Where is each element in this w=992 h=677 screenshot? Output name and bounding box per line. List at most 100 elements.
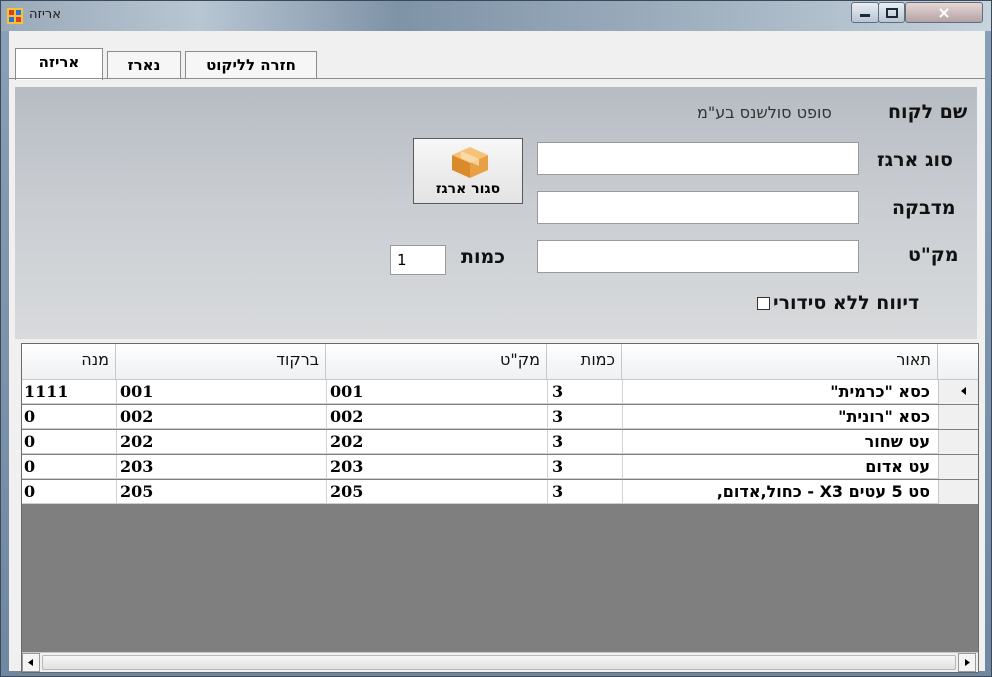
- column-header-sku[interactable]: מק"ט: [326, 344, 547, 380]
- cell-lot[interactable]: 0: [24, 455, 114, 479]
- cell-divider: [547, 480, 548, 504]
- column-header-selector: [938, 344, 978, 380]
- minimize-icon: [860, 13, 870, 17]
- sku-input[interactable]: [537, 240, 859, 273]
- cell-barcode[interactable]: 002: [120, 405, 320, 429]
- cell-barcode[interactable]: 203: [120, 455, 320, 479]
- no-serial-label: דיווח ללא סידורי: [773, 292, 920, 314]
- cell-qty[interactable]: 3: [552, 405, 616, 429]
- cell-divider: [622, 480, 623, 504]
- maximize-button[interactable]: [878, 2, 905, 23]
- cell-barcode[interactable]: 001: [120, 380, 320, 404]
- cell-divider: [622, 455, 623, 479]
- cell-divider: [116, 380, 117, 404]
- row-selector[interactable]: [938, 480, 978, 504]
- box-type-input[interactable]: [537, 142, 859, 175]
- tab-packing[interactable]: אריזה: [15, 48, 103, 80]
- cell-divider: [547, 455, 548, 479]
- quantity-input[interactable]: [390, 245, 446, 275]
- table-row[interactable]: 0 002 002 3 כסא "רונית": [22, 405, 978, 429]
- cell-qty[interactable]: 3: [552, 430, 616, 454]
- cell-desc[interactable]: עט אדום: [624, 455, 930, 479]
- column-header-lot[interactable]: מנה: [22, 344, 116, 380]
- scroll-right-button[interactable]: [958, 653, 976, 672]
- items-grid[interactable]: מנה ברקוד מק"ט כמות תאור 1111 001 001 3 כסא …: [21, 343, 979, 673]
- cell-divider: [326, 455, 327, 479]
- cell-qty[interactable]: 3: [552, 455, 616, 479]
- customer-value: סופט סולשנס בע"מ: [697, 103, 832, 122]
- title-bar[interactable]: אריזה: [1, 1, 991, 31]
- cell-desc[interactable]: עט שחור: [624, 430, 930, 454]
- table-row[interactable]: 1111 001 001 3 כסא "כרמית": [22, 380, 978, 404]
- packing-form: שם לקוח סופט סולשנס בע"מ סוג ארגז מדבקה …: [15, 87, 977, 339]
- cell-desc[interactable]: כסא "כרמית": [624, 380, 930, 404]
- cell-qty[interactable]: 3: [552, 380, 616, 404]
- close-box-button[interactable]: סגור ארגז: [413, 138, 523, 204]
- sku-label: מק"ט: [908, 244, 959, 266]
- scroll-thumb[interactable]: [42, 655, 956, 670]
- cell-sku[interactable]: 203: [330, 455, 540, 479]
- cell-lot[interactable]: 1111: [24, 380, 114, 404]
- quantity-label: כמות: [461, 246, 506, 268]
- cell-barcode[interactable]: 202: [120, 430, 320, 454]
- horizontal-scrollbar[interactable]: [22, 652, 978, 672]
- cell-divider: [116, 405, 117, 429]
- window-title: אריזה: [29, 7, 61, 22]
- current-row-icon: [961, 387, 966, 395]
- cell-lot[interactable]: 0: [24, 480, 114, 504]
- box-type-label: סוג ארגז: [877, 149, 953, 171]
- cell-lot[interactable]: 0: [24, 430, 114, 454]
- row-selector[interactable]: [938, 380, 978, 404]
- table-row[interactable]: 0 203 203 3 עט אדום: [22, 455, 978, 479]
- cell-qty[interactable]: 3: [552, 480, 616, 504]
- sticker-label: מדבקה: [892, 197, 956, 219]
- no-serial-checkbox[interactable]: [757, 297, 770, 310]
- cell-divider: [622, 405, 623, 429]
- cell-divider: [547, 430, 548, 454]
- column-header-quantity[interactable]: כמות: [547, 344, 622, 380]
- table-row[interactable]: 0 205 205 3 סט 5 עטים X3 - כחול,אדום,: [22, 480, 978, 504]
- app-icon: [7, 8, 23, 24]
- scroll-left-icon: [28, 659, 33, 666]
- cell-divider: [622, 380, 623, 404]
- tab-packed[interactable]: נארז: [107, 51, 181, 78]
- cell-divider: [116, 455, 117, 479]
- cell-barcode[interactable]: 205: [120, 480, 320, 504]
- cell-divider: [326, 480, 327, 504]
- minimize-button[interactable]: [851, 2, 879, 23]
- maximize-icon: [885, 7, 898, 18]
- close-box-label: סגור ארגז: [435, 181, 501, 197]
- cell-divider: [116, 430, 117, 454]
- box-icon: [452, 147, 488, 178]
- cell-sku[interactable]: 002: [330, 405, 540, 429]
- cell-sku[interactable]: 001: [330, 380, 540, 404]
- customer-label: שם לקוח: [888, 101, 968, 123]
- cell-divider: [547, 405, 548, 429]
- scroll-left-button[interactable]: [22, 653, 40, 672]
- cell-sku[interactable]: 205: [330, 480, 540, 504]
- close-button[interactable]: [905, 2, 983, 23]
- cell-divider: [116, 480, 117, 504]
- cell-desc[interactable]: כסא "רונית": [624, 405, 930, 429]
- cell-sku[interactable]: 202: [330, 430, 540, 454]
- cell-divider: [326, 405, 327, 429]
- tab-strip-divider: [9, 78, 985, 79]
- row-selector[interactable]: [938, 455, 978, 479]
- cell-desc[interactable]: סט 5 עטים X3 - כחול,אדום,: [624, 480, 930, 504]
- column-header-description[interactable]: תאור: [622, 344, 938, 380]
- tab-back-to-picking[interactable]: חזרה לליקוט: [185, 51, 317, 78]
- cell-divider: [547, 380, 548, 404]
- app-window: אריזה אריזה נארז חזרה לליקוט שם לקוח סופ…: [0, 0, 992, 677]
- column-header-barcode[interactable]: ברקוד: [116, 344, 326, 380]
- close-icon: [939, 7, 949, 18]
- sticker-input[interactable]: [537, 191, 859, 224]
- table-row[interactable]: 0 202 202 3 עט שחור: [22, 430, 978, 454]
- cell-divider: [326, 380, 327, 404]
- cell-divider: [326, 430, 327, 454]
- row-selector[interactable]: [938, 405, 978, 429]
- main-content: אריזה נארז חזרה לליקוט שם לקוח סופט סולש…: [9, 31, 985, 673]
- row-selector[interactable]: [938, 430, 978, 454]
- scroll-right-icon: [965, 659, 970, 666]
- cell-divider: [622, 430, 623, 454]
- cell-lot[interactable]: 0: [24, 405, 114, 429]
